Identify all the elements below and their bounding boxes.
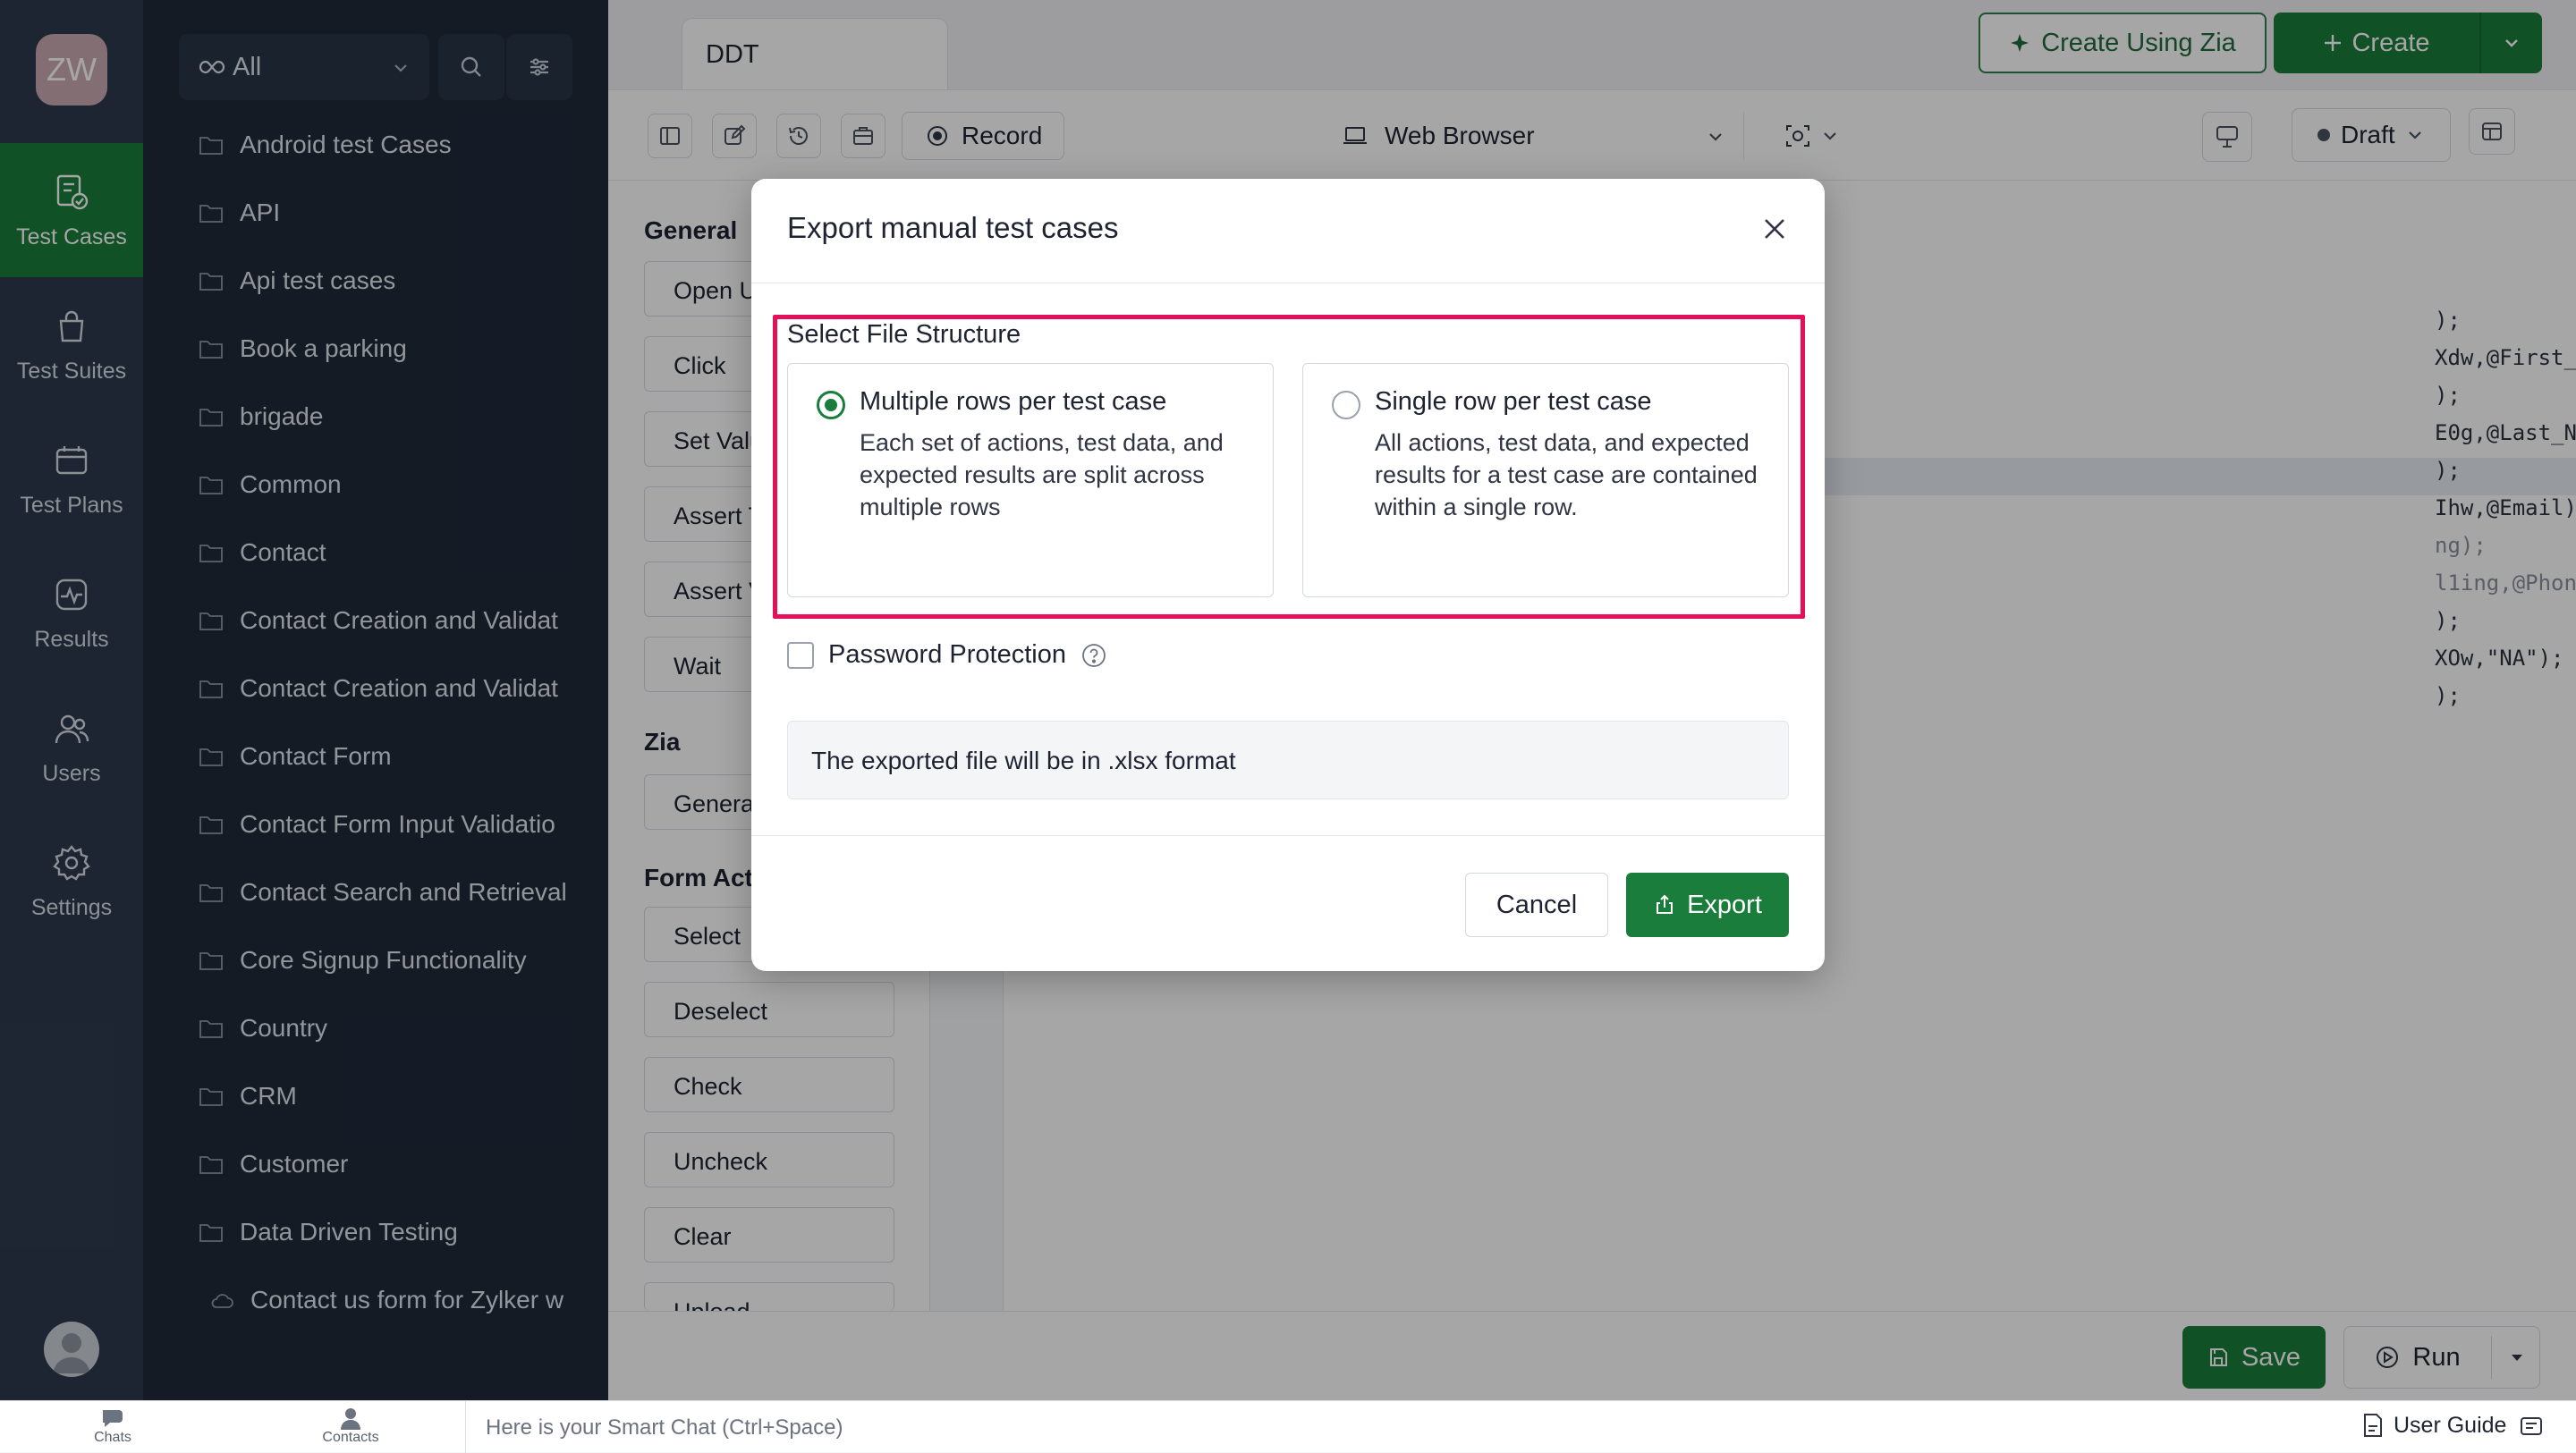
radio-single-row[interactable]	[1332, 391, 1360, 419]
chat-window-button[interactable]	[2519, 1414, 2546, 1440]
close-icon	[1765, 219, 1784, 239]
cancel-button[interactable]: Cancel	[1465, 873, 1608, 937]
option-description: Each set of actions, test data, and expe…	[860, 429, 1224, 520]
dialog-divider	[751, 835, 1825, 836]
smart-chat-input[interactable]: Here is your Smart Chat (Ctrl+Space)	[465, 1401, 2343, 1453]
file-structure-heading: Select File Structure	[787, 320, 1021, 349]
option-description: All actions, test data, and expected res…	[1375, 429, 1758, 520]
close-button[interactable]	[1757, 211, 1792, 247]
smart-chat-bar: Chats Contacts Here is your Smart Chat (…	[0, 1400, 2576, 1453]
user-guide-label: User Guide	[2394, 1412, 2507, 1438]
option-title: Single row per test case	[1375, 387, 1652, 416]
chat-bubble-icon	[103, 1410, 123, 1427]
export-dialog: Export manual test cases Select File Str…	[751, 179, 1825, 971]
option-single-row[interactable]: Single row per test case All actions, te…	[1302, 363, 1789, 597]
dialog-title: Export manual test cases	[787, 211, 1119, 244]
option-multiple-rows[interactable]: Multiple rows per test case Each set of …	[787, 363, 1274, 597]
option-title: Multiple rows per test case	[860, 387, 1167, 416]
format-info: The exported file will be in .xlsx forma…	[787, 721, 1789, 799]
password-protection-label: Password Protection	[828, 640, 1066, 669]
chats-button[interactable]: Chats	[59, 1407, 166, 1451]
contact-person-icon	[341, 1408, 360, 1430]
contacts-button[interactable]: Contacts	[297, 1407, 404, 1451]
chats-label: Chats	[94, 1430, 131, 1445]
export-icon	[1657, 894, 1674, 914]
user-guide-link[interactable]: User Guide	[2361, 1412, 2506, 1439]
contacts-label: Contacts	[322, 1430, 379, 1445]
password-protection-checkbox[interactable]	[787, 641, 814, 669]
document-icon	[2364, 1414, 2382, 1437]
export-button[interactable]: Export	[1626, 873, 1789, 937]
help-icon[interactable]	[1080, 642, 1107, 669]
export-label: Export	[1687, 890, 1762, 919]
message-window-icon	[2521, 1417, 2542, 1435]
radio-multiple-rows[interactable]	[817, 391, 845, 419]
password-protection-row: Password Protection	[787, 640, 1107, 670]
